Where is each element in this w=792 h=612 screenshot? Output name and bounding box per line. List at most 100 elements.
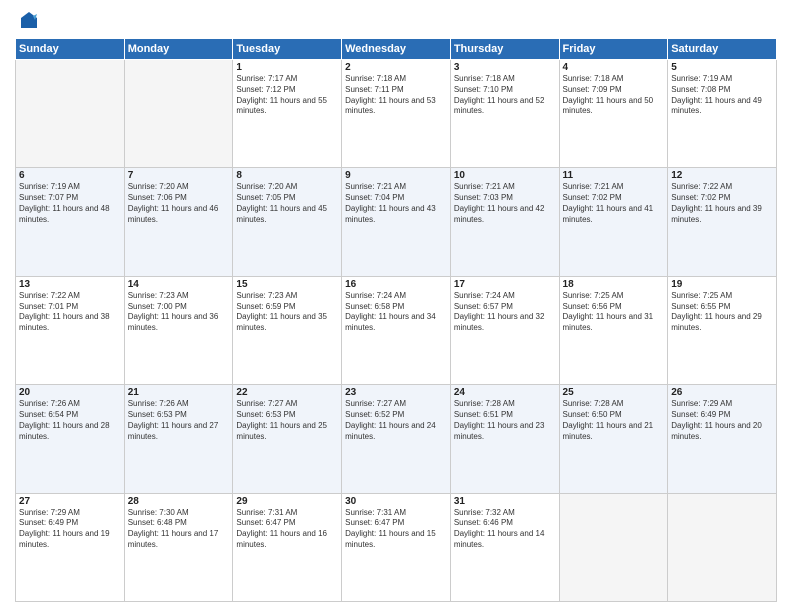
day-number: 20 [19,387,121,398]
day-info: Sunrise: 7:25 AMSunset: 6:55 PMDaylight:… [671,291,773,334]
day-number: 2 [345,62,447,73]
calendar-cell: 12Sunrise: 7:22 AMSunset: 7:02 PMDayligh… [668,168,777,276]
calendar-cell: 30Sunrise: 7:31 AMSunset: 6:47 PMDayligh… [342,493,451,601]
calendar-week-row: 6Sunrise: 7:19 AMSunset: 7:07 PMDaylight… [16,168,777,276]
day-number: 14 [128,279,230,290]
day-info: Sunrise: 7:22 AMSunset: 7:01 PMDaylight:… [19,291,121,334]
day-number: 5 [671,62,773,73]
day-info: Sunrise: 7:26 AMSunset: 6:53 PMDaylight:… [128,399,230,442]
day-number: 23 [345,387,447,398]
calendar-cell: 14Sunrise: 7:23 AMSunset: 7:00 PMDayligh… [124,276,233,384]
weekday-header: Monday [124,39,233,60]
day-number: 8 [236,170,338,181]
day-number: 26 [671,387,773,398]
day-number: 30 [345,496,447,507]
day-number: 16 [345,279,447,290]
day-info: Sunrise: 7:28 AMSunset: 6:50 PMDaylight:… [563,399,665,442]
day-info: Sunrise: 7:25 AMSunset: 6:56 PMDaylight:… [563,291,665,334]
day-info: Sunrise: 7:21 AMSunset: 7:04 PMDaylight:… [345,182,447,225]
weekday-header: Thursday [450,39,559,60]
weekday-header: Friday [559,39,668,60]
page: SundayMondayTuesdayWednesdayThursdayFrid… [0,0,792,612]
day-info: Sunrise: 7:21 AMSunset: 7:02 PMDaylight:… [563,182,665,225]
calendar-cell: 29Sunrise: 7:31 AMSunset: 6:47 PMDayligh… [233,493,342,601]
calendar-cell: 21Sunrise: 7:26 AMSunset: 6:53 PMDayligh… [124,385,233,493]
day-info: Sunrise: 7:28 AMSunset: 6:51 PMDaylight:… [454,399,556,442]
calendar-cell: 5Sunrise: 7:19 AMSunset: 7:08 PMDaylight… [668,60,777,168]
calendar-cell: 18Sunrise: 7:25 AMSunset: 6:56 PMDayligh… [559,276,668,384]
day-info: Sunrise: 7:30 AMSunset: 6:48 PMDaylight:… [128,508,230,551]
day-number: 24 [454,387,556,398]
logo [15,10,39,30]
day-number: 17 [454,279,556,290]
day-number: 13 [19,279,121,290]
day-info: Sunrise: 7:24 AMSunset: 6:57 PMDaylight:… [454,291,556,334]
weekday-header: Sunday [16,39,125,60]
day-number: 12 [671,170,773,181]
logo-icon [19,10,39,30]
calendar-cell: 2Sunrise: 7:18 AMSunset: 7:11 PMDaylight… [342,60,451,168]
day-info: Sunrise: 7:20 AMSunset: 7:06 PMDaylight:… [128,182,230,225]
day-number: 7 [128,170,230,181]
day-number: 1 [236,62,338,73]
calendar-header-row: SundayMondayTuesdayWednesdayThursdayFrid… [16,39,777,60]
day-info: Sunrise: 7:20 AMSunset: 7:05 PMDaylight:… [236,182,338,225]
calendar-cell: 7Sunrise: 7:20 AMSunset: 7:06 PMDaylight… [124,168,233,276]
day-info: Sunrise: 7:19 AMSunset: 7:08 PMDaylight:… [671,74,773,117]
day-info: Sunrise: 7:17 AMSunset: 7:12 PMDaylight:… [236,74,338,117]
day-number: 11 [563,170,665,181]
day-number: 25 [563,387,665,398]
calendar-week-row: 13Sunrise: 7:22 AMSunset: 7:01 PMDayligh… [16,276,777,384]
day-number: 27 [19,496,121,507]
calendar-cell: 6Sunrise: 7:19 AMSunset: 7:07 PMDaylight… [16,168,125,276]
calendar-cell: 8Sunrise: 7:20 AMSunset: 7:05 PMDaylight… [233,168,342,276]
day-number: 18 [563,279,665,290]
weekday-header: Saturday [668,39,777,60]
calendar-cell: 13Sunrise: 7:22 AMSunset: 7:01 PMDayligh… [16,276,125,384]
day-number: 21 [128,387,230,398]
calendar-cell: 4Sunrise: 7:18 AMSunset: 7:09 PMDaylight… [559,60,668,168]
day-info: Sunrise: 7:21 AMSunset: 7:03 PMDaylight:… [454,182,556,225]
calendar-cell: 31Sunrise: 7:32 AMSunset: 6:46 PMDayligh… [450,493,559,601]
weekday-header: Tuesday [233,39,342,60]
weekday-header: Wednesday [342,39,451,60]
calendar-cell: 19Sunrise: 7:25 AMSunset: 6:55 PMDayligh… [668,276,777,384]
calendar-cell: 27Sunrise: 7:29 AMSunset: 6:49 PMDayligh… [16,493,125,601]
day-number: 22 [236,387,338,398]
day-number: 3 [454,62,556,73]
calendar-cell: 17Sunrise: 7:24 AMSunset: 6:57 PMDayligh… [450,276,559,384]
calendar-week-row: 1Sunrise: 7:17 AMSunset: 7:12 PMDaylight… [16,60,777,168]
calendar-cell: 23Sunrise: 7:27 AMSunset: 6:52 PMDayligh… [342,385,451,493]
day-info: Sunrise: 7:32 AMSunset: 6:46 PMDaylight:… [454,508,556,551]
day-number: 31 [454,496,556,507]
calendar-cell [16,60,125,168]
day-number: 4 [563,62,665,73]
day-info: Sunrise: 7:23 AMSunset: 7:00 PMDaylight:… [128,291,230,334]
day-info: Sunrise: 7:18 AMSunset: 7:10 PMDaylight:… [454,74,556,117]
calendar-cell [124,60,233,168]
calendar-week-row: 27Sunrise: 7:29 AMSunset: 6:49 PMDayligh… [16,493,777,601]
calendar-cell: 24Sunrise: 7:28 AMSunset: 6:51 PMDayligh… [450,385,559,493]
calendar-cell: 11Sunrise: 7:21 AMSunset: 7:02 PMDayligh… [559,168,668,276]
calendar-cell: 10Sunrise: 7:21 AMSunset: 7:03 PMDayligh… [450,168,559,276]
calendar-cell: 28Sunrise: 7:30 AMSunset: 6:48 PMDayligh… [124,493,233,601]
day-info: Sunrise: 7:18 AMSunset: 7:11 PMDaylight:… [345,74,447,117]
day-info: Sunrise: 7:24 AMSunset: 6:58 PMDaylight:… [345,291,447,334]
day-info: Sunrise: 7:31 AMSunset: 6:47 PMDaylight:… [236,508,338,551]
day-number: 19 [671,279,773,290]
calendar-cell: 15Sunrise: 7:23 AMSunset: 6:59 PMDayligh… [233,276,342,384]
calendar-cell: 9Sunrise: 7:21 AMSunset: 7:04 PMDaylight… [342,168,451,276]
day-info: Sunrise: 7:27 AMSunset: 6:52 PMDaylight:… [345,399,447,442]
day-info: Sunrise: 7:22 AMSunset: 7:02 PMDaylight:… [671,182,773,225]
calendar-cell: 3Sunrise: 7:18 AMSunset: 7:10 PMDaylight… [450,60,559,168]
day-number: 10 [454,170,556,181]
calendar-table: SundayMondayTuesdayWednesdayThursdayFrid… [15,38,777,602]
calendar-cell: 22Sunrise: 7:27 AMSunset: 6:53 PMDayligh… [233,385,342,493]
day-number: 29 [236,496,338,507]
day-info: Sunrise: 7:31 AMSunset: 6:47 PMDaylight:… [345,508,447,551]
day-number: 15 [236,279,338,290]
calendar-week-row: 20Sunrise: 7:26 AMSunset: 6:54 PMDayligh… [16,385,777,493]
day-number: 28 [128,496,230,507]
day-info: Sunrise: 7:27 AMSunset: 6:53 PMDaylight:… [236,399,338,442]
day-info: Sunrise: 7:23 AMSunset: 6:59 PMDaylight:… [236,291,338,334]
